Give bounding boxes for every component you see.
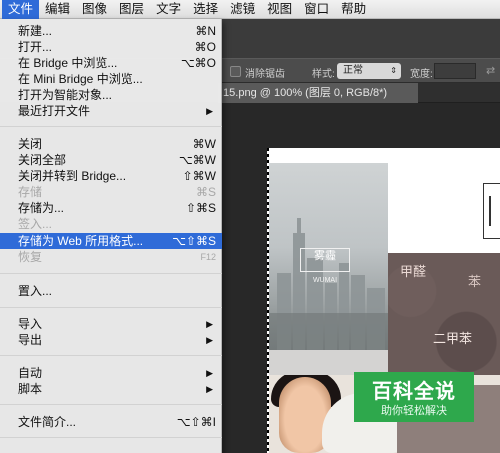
watermark-title: 百科全说 (372, 381, 456, 403)
menu-item-save-as[interactable]: 存储为... ⇧⌘S (0, 200, 222, 216)
menu-view[interactable]: 视图 (261, 0, 298, 19)
menu-item-browse-bridge[interactable]: 在 Bridge 中浏览... ⌥⌘O (0, 55, 222, 71)
menu-item-close-go-bridge[interactable]: 关闭并转到 Bridge... ⇧⌘W (0, 168, 222, 184)
fabric-photo: 甲醛 苯 二甲苯 (388, 253, 500, 380)
menu-divider (0, 404, 222, 405)
menu-item-shortcut: ⇧⌘W (182, 169, 216, 183)
menu-divider (0, 126, 222, 127)
submenu-arrow-icon: ▶ (206, 319, 213, 329)
calligraphy-text-3: 苯 (468, 274, 482, 289)
submenu-arrow-icon: ▶ (206, 335, 213, 345)
menu-item-shortcut: ⌥⌘O (180, 56, 216, 70)
antialias-checkbox[interactable] (230, 66, 241, 77)
menu-item-shortcut: ⌘O (194, 40, 216, 54)
site-watermark: 百科全说 助你轻松解决 (354, 372, 474, 422)
menu-image[interactable]: 图像 (76, 0, 113, 19)
menu-item-label: 置入... (18, 284, 53, 298)
menu-select[interactable]: 选择 (187, 0, 224, 19)
menu-item-label: 恢复 (18, 250, 43, 264)
menu-item-import[interactable]: 导入 ▶ (0, 316, 222, 332)
menu-item-open[interactable]: 打开... ⌘O (0, 39, 222, 55)
watermark-subtitle: 助你轻松解决 (381, 405, 447, 417)
menu-item-shortcut: ⌘S (195, 185, 216, 199)
style-select-value: 正常 (343, 65, 363, 76)
menu-item-label: 存储为 Web 所用格式... (18, 234, 144, 248)
menu-item-label: 导出 (18, 333, 43, 347)
selection-marquee (267, 148, 269, 453)
menu-item-place[interactable]: 置入... (0, 283, 222, 299)
menu-item-label: 在 Bridge 中浏览... (18, 56, 118, 70)
menu-item-label: 存储 (18, 185, 43, 199)
updown-arrow-icon: ⇕ (390, 66, 397, 75)
menu-divider (0, 273, 222, 274)
menu-bar: 文件 编辑 图像 图层 文字 选择 滤镜 视图 窗口 帮助 (0, 0, 500, 19)
menu-item-label: 脚本 (18, 382, 43, 396)
swap-icon[interactable]: ⇄ (486, 64, 495, 77)
submenu-arrow-icon: ▶ (206, 106, 213, 116)
menu-item-check-in: 签入... (0, 216, 222, 232)
document-tab[interactable]: .15.png @ 100% (图层 0, RGB/8*) (218, 83, 418, 103)
smog-city-photo: 雾霾 WUMAI (267, 163, 388, 350)
menu-item-label: 存储为... (18, 201, 65, 215)
smog-label-box: 雾霾 WUMAI (300, 248, 350, 284)
menu-file[interactable]: 文件 (2, 0, 40, 19)
menu-help[interactable]: 帮助 (335, 0, 372, 19)
menu-item-shortcut: ⇧⌘S (185, 201, 216, 215)
style-label: 样式: (312, 69, 335, 80)
menu-item-label: 打开为智能对象... (18, 88, 113, 102)
menu-item-file-info[interactable]: 文件简介... ⌥⇧⌘I (0, 414, 222, 430)
menu-type[interactable]: 文字 (150, 0, 187, 19)
menu-item-label: 在 Mini Bridge 中浏览... (18, 72, 143, 86)
smog-label-cn: 雾霾 (314, 250, 336, 262)
width-field[interactable] (434, 63, 476, 79)
menu-item-label: 关闭 (18, 137, 43, 151)
menu-edit[interactable]: 编辑 (39, 0, 76, 19)
style-select[interactable]: 正常 ⇕ (337, 63, 401, 79)
menu-divider (0, 355, 222, 356)
menu-layer[interactable]: 图层 (113, 0, 150, 19)
menu-item-save: 存储 ⌘S (0, 184, 222, 200)
menu-item-automate[interactable]: 自动 ▶ (0, 365, 222, 381)
menu-item-shortcut: ⌥⇧⌘S (172, 234, 216, 248)
white-panel (388, 163, 500, 253)
menu-item-recent-files[interactable]: 最近打开文件 ▶ (0, 103, 222, 119)
menu-item-shortcut: ⌥⌘W (178, 153, 216, 167)
file-menu-dropdown: 新建... ⌘N 打开... ⌘O 在 Bridge 中浏览... ⌥⌘O 在 … (0, 19, 222, 453)
menu-item-export[interactable]: 导出 ▶ (0, 332, 222, 348)
width-label: 宽度: (410, 69, 433, 80)
menu-item-label: 打开... (18, 40, 53, 54)
menu-item-label: 关闭全部 (18, 153, 67, 167)
menu-item-new[interactable]: 新建... ⌘N (0, 23, 222, 39)
menu-filter[interactable]: 滤镜 (224, 0, 261, 19)
smog-label-en: WUMAI (312, 277, 338, 284)
calligraphy-text-2: 二甲苯 (433, 332, 473, 347)
menu-item-shortcut: F12 (200, 252, 216, 262)
menu-divider (0, 437, 222, 438)
menu-item-shortcut: ⌘N (195, 24, 216, 38)
menu-item-label: 导入 (18, 317, 43, 331)
menu-item-label: 自动 (18, 366, 43, 380)
menu-item-close-all[interactable]: 关闭全部 ⌥⌘W (0, 152, 222, 168)
submenu-arrow-icon: ▶ (206, 384, 213, 394)
menu-item-label: 签入... (18, 217, 53, 231)
menu-item-shortcut: ⌥⇧⌘I (176, 415, 216, 429)
calligraphy-text-1: 甲醛 (400, 265, 427, 280)
menu-item-label: 关闭并转到 Bridge... (18, 169, 127, 183)
menu-item-label: 文件简介... (18, 415, 77, 429)
submenu-arrow-icon: ▶ (206, 368, 213, 378)
antialias-label: 消除锯齿 (245, 69, 285, 80)
frame-graphic (483, 183, 500, 239)
menu-item-open-smart-object[interactable]: 打开为智能对象... (0, 87, 222, 103)
menu-item-save-for-web[interactable]: 存储为 Web 所用格式... ⌥⇧⌘S (0, 233, 222, 249)
menu-item-shortcut: ⌘W (192, 137, 216, 151)
menu-divider (0, 307, 222, 308)
menu-item-label: 最近打开文件 (18, 104, 91, 118)
menu-item-close[interactable]: 关闭 ⌘W (0, 136, 222, 152)
menu-item-browse-mini-bridge[interactable]: 在 Mini Bridge 中浏览... (0, 71, 222, 87)
menu-item-scripts[interactable]: 脚本 ▶ (0, 381, 222, 397)
menu-item-revert: 恢复 F12 (0, 249, 222, 265)
menu-window[interactable]: 窗口 (298, 0, 335, 19)
menu-item-label: 新建... (18, 24, 53, 38)
